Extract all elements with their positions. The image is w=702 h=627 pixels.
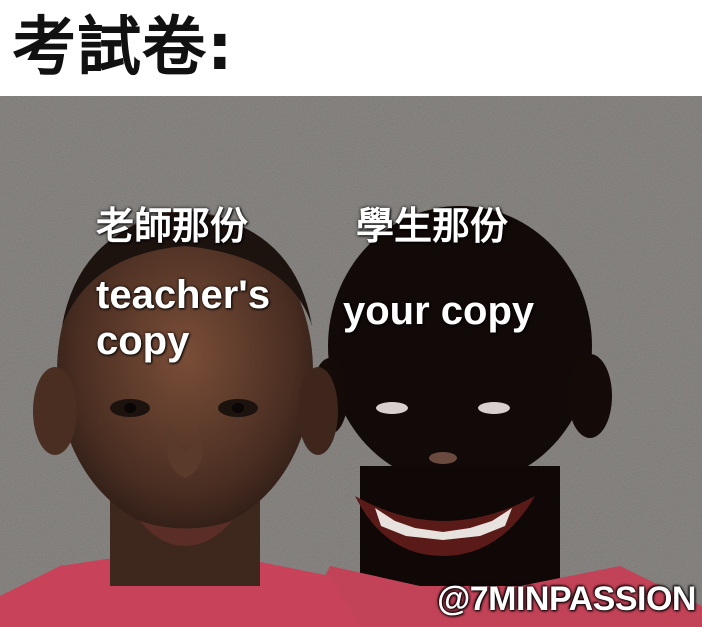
watermark: @7MINPASSION — [437, 580, 696, 618]
header-bar: 考試卷: — [0, 0, 702, 96]
teacher-label-zh: 老師那份 — [96, 204, 249, 248]
meme-photo: 老師那份 學生那份 teacher's copy your copy @7MIN… — [0, 96, 702, 627]
student-label-en: your copy — [343, 289, 535, 333]
page-title: 考試卷: — [12, 11, 234, 85]
teacher-label-en: teacher's copy — [96, 273, 271, 363]
student-label-zh: 學生那份 — [356, 204, 509, 248]
